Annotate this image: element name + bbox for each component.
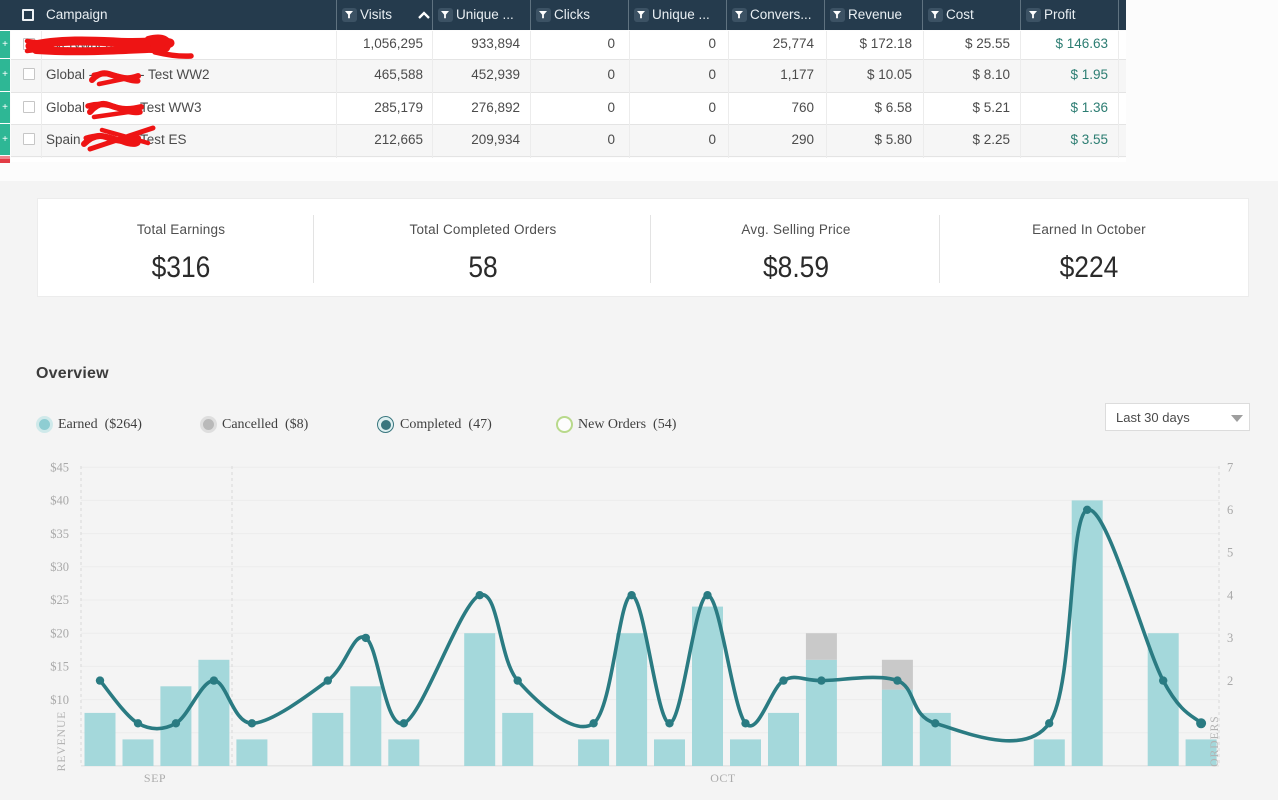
svg-text:$45: $45 — [50, 460, 69, 474]
svg-text:7: 7 — [1227, 460, 1233, 474]
svg-text:6: 6 — [1227, 503, 1233, 517]
svg-text:ORDERS: ORDERS — [1209, 715, 1221, 766]
svg-text:$15: $15 — [50, 660, 69, 674]
svg-text:5: 5 — [1227, 546, 1233, 560]
svg-text:$10: $10 — [50, 693, 69, 707]
svg-text:3: 3 — [1227, 631, 1233, 645]
svg-text:$25: $25 — [50, 593, 69, 607]
svg-text:2: 2 — [1227, 674, 1233, 688]
svg-text:$40: $40 — [50, 494, 69, 508]
svg-text:OCT: OCT — [710, 771, 736, 785]
svg-text:$30: $30 — [50, 560, 69, 574]
svg-text:SEP: SEP — [144, 771, 166, 785]
svg-text:$35: $35 — [50, 527, 69, 541]
svg-text:4: 4 — [1227, 588, 1234, 602]
svg-text:REVENUE: REVENUE — [56, 711, 68, 772]
svg-text:$20: $20 — [50, 626, 69, 640]
